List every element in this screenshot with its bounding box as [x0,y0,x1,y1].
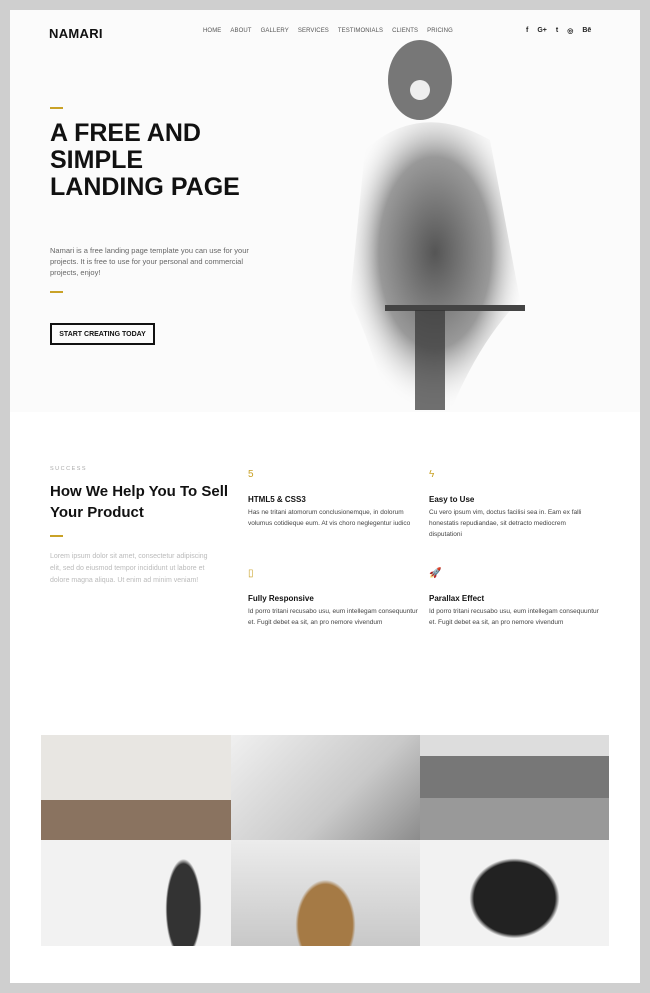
google-plus-icon[interactable]: G+ [537,27,547,35]
hero-title: A FREE AND SIMPLE LANDING PAGE [50,119,240,201]
nav-about[interactable]: ABOUT [230,28,251,34]
logo[interactable]: NAMARI [49,26,103,41]
twitter-icon[interactable]: t [556,27,558,35]
nav-services[interactable]: SERVICES [298,28,329,34]
hero-illustration [350,40,525,412]
social-links: f G+ t ◎ Bē [526,27,591,35]
gallery-image-writing[interactable] [231,735,420,840]
nav-clients[interactable]: CLIENTS [392,28,418,34]
start-creating-button[interactable]: START CREATING TODAY [50,323,155,345]
section-eyebrow: SUCCESS [50,466,88,472]
section-title: How We Help You To Sell Your Product [50,483,229,521]
nav-pricing[interactable]: PRICING [427,28,453,34]
gallery-image-city[interactable] [420,735,609,840]
gallery-image-person[interactable] [231,840,420,946]
hero-text: Namari is a free landing page template y… [50,246,249,277]
feature-parallax: 🚀 Parallax Effect Id porro tritani recus… [429,568,599,628]
feature-html5: 5 HTML5 & CSS3 Has ne tritani atomorum c… [248,469,418,529]
gallery-image-office[interactable] [41,735,231,840]
accent-rule [50,291,63,293]
feature-title: Parallax Effect [429,594,485,603]
feature-text: Cu vero ipsum vim, doctus facilisi sea i… [429,509,582,538]
hero-section: NAMARI HOME ABOUT GALLERY SERVICES TESTI… [10,10,640,412]
page: NAMARI HOME ABOUT GALLERY SERVICES TESTI… [10,10,640,983]
feature-title: Fully Responsive [248,594,314,603]
nav-testimonials[interactable]: TESTIMONIALS [338,28,383,34]
facebook-icon[interactable]: f [526,27,528,35]
main-nav: HOME ABOUT GALLERY SERVICES TESTIMONIALS… [203,28,453,34]
tablet-icon: ▯ [248,568,254,579]
feature-responsive: ▯ Fully Responsive Id porro tritani recu… [248,568,418,628]
gallery-image-typewriter[interactable] [420,840,609,946]
section-text: Lorem ipsum dolor sit amet, consectetur … [50,553,208,584]
feature-text: Id porro tritani recusabo usu, eum intel… [429,608,599,626]
rocket-icon: 🚀 [429,568,442,579]
feature-easy: ϟ Easy to Use Cu vero ipsum vim, doctus … [429,469,599,540]
bolt-icon: ϟ [429,469,435,480]
nav-gallery[interactable]: GALLERY [261,28,289,34]
nav-home[interactable]: HOME [203,28,221,34]
accent-rule [50,107,63,109]
instagram-icon[interactable]: ◎ [567,27,573,35]
feature-title: Easy to Use [429,495,475,504]
accent-rule [50,535,63,537]
html5-icon: 5 [248,469,254,480]
feature-text: Id porro tritani recusabo usu, eum intel… [248,608,418,626]
gallery [41,735,609,946]
feature-text: Has ne tritani atomorum conclusionemque,… [248,509,411,527]
gallery-image-whiteboard[interactable] [41,840,231,946]
behance-icon[interactable]: Bē [582,27,591,35]
feature-title: HTML5 & CSS3 [248,495,306,504]
